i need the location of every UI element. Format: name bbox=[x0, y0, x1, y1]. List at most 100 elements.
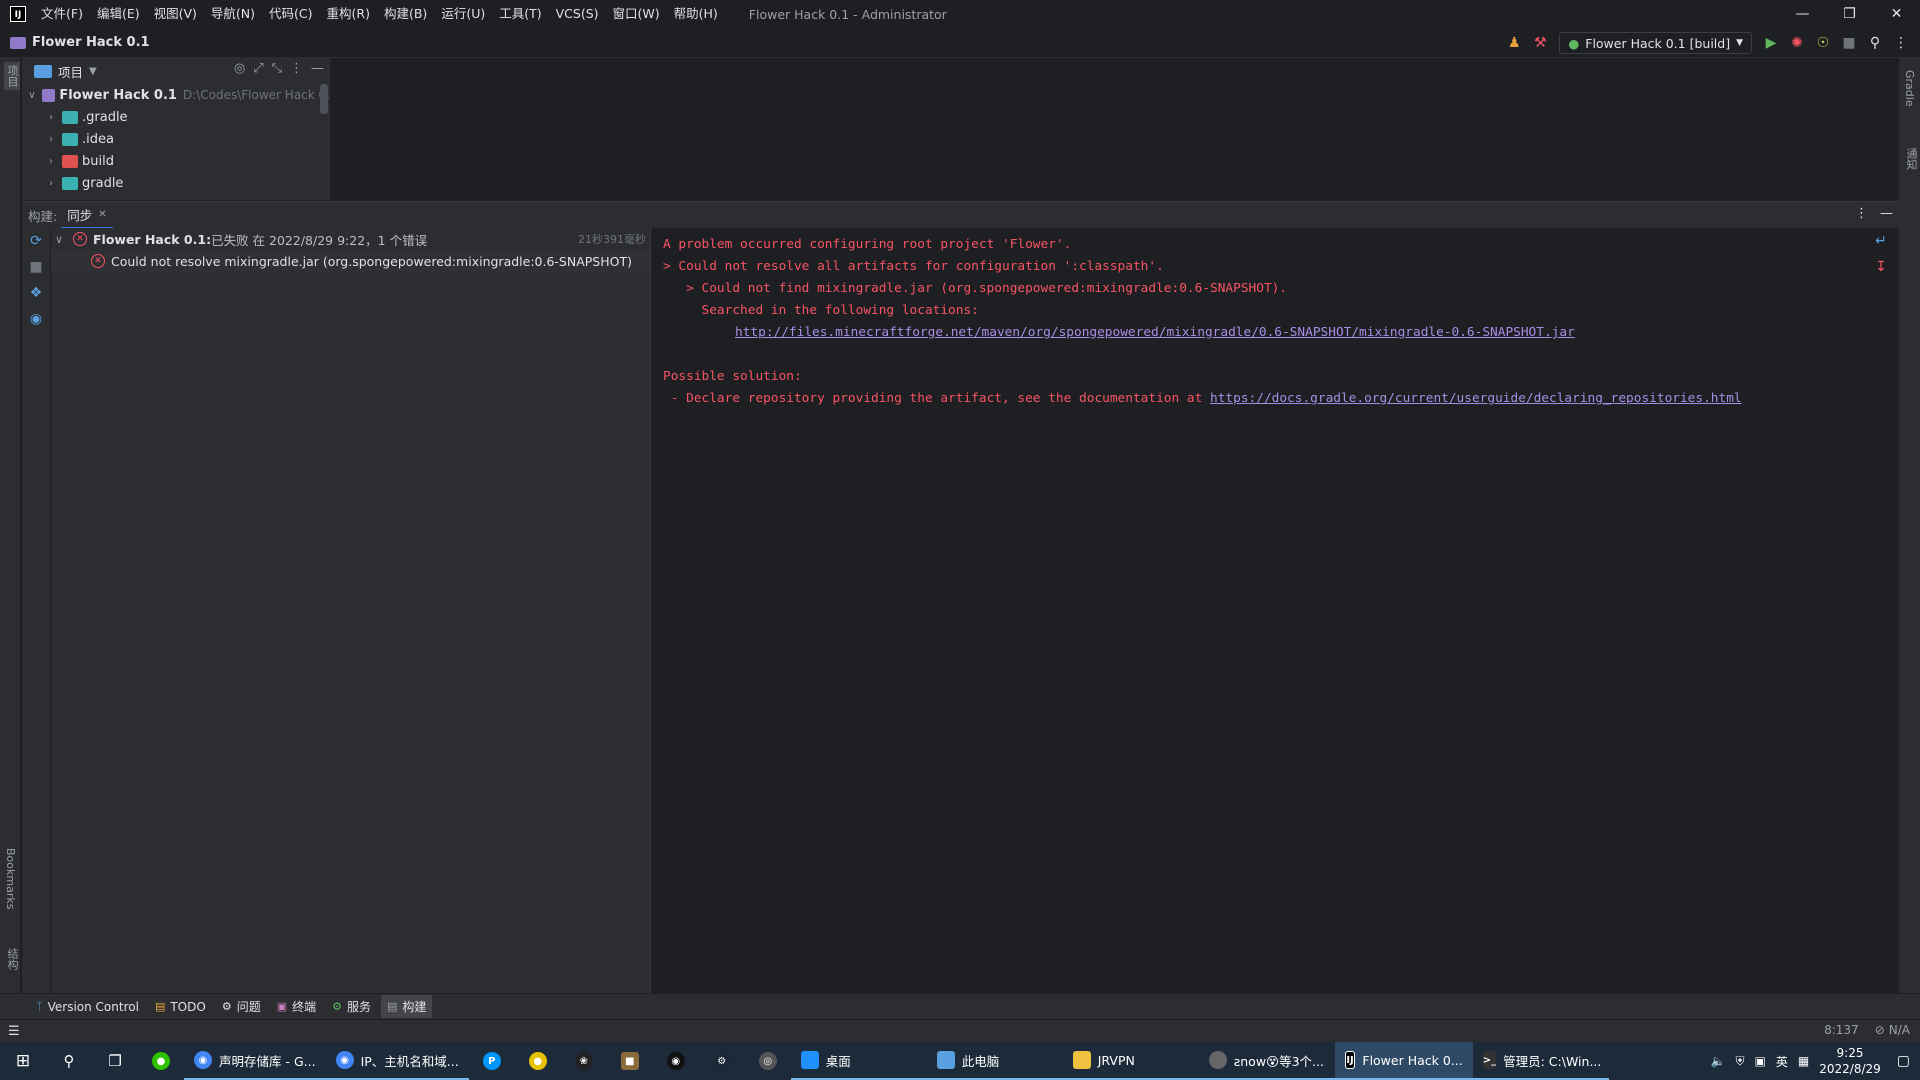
menu-view[interactable]: 视图(V) bbox=[147, 0, 204, 28]
build-output-console[interactable]: A problem occurred configuring root proj… bbox=[653, 228, 1867, 994]
app-yellow-icon[interactable]: ● bbox=[515, 1042, 561, 1080]
pixiv-icon[interactable]: P bbox=[469, 1042, 515, 1080]
tab-sync[interactable]: 同步 ✕ bbox=[61, 201, 113, 229]
run-configuration-select[interactable]: ● Flower Hack 0.1 [build] ▼ bbox=[1559, 32, 1752, 54]
chevron-right-icon[interactable]: › bbox=[44, 178, 58, 189]
code-with-me-icon[interactable]: ♟ bbox=[1503, 32, 1525, 54]
taskbar-app-intellij[interactable]: IJ Flower Hack 0... bbox=[1334, 1042, 1473, 1080]
tab-build[interactable]: ▤ 构建 bbox=[381, 995, 433, 1018]
chevron-down-icon[interactable]: ∨ bbox=[26, 90, 38, 101]
taskbar-app-chrome-2[interactable]: ◉ IP、主机名和域... bbox=[325, 1042, 469, 1080]
chevron-down-icon[interactable]: ▼ bbox=[89, 66, 97, 77]
network-icon[interactable]: ▣ bbox=[1755, 1054, 1766, 1068]
menu-vcs[interactable]: VCS(S) bbox=[549, 0, 606, 28]
close-icon[interactable]: ✕ bbox=[1873, 0, 1920, 28]
search-icon[interactable]: ⚲ bbox=[46, 1042, 92, 1080]
project-breadcrumb[interactable]: Flower Hack 0.1 bbox=[10, 35, 150, 50]
ime-indicator[interactable]: 英 bbox=[1776, 1053, 1788, 1070]
taskbar-app-chat[interactable]: ƨnow😵等3个... bbox=[1198, 1042, 1335, 1080]
menu-build[interactable]: 构建(B) bbox=[377, 0, 434, 28]
pin-icon[interactable]: ❖ bbox=[22, 280, 50, 306]
stop-icon[interactable]: ■ bbox=[22, 254, 50, 280]
wechat-icon[interactable]: ● bbox=[138, 1042, 184, 1080]
build-error-item[interactable]: ✕ Could not resolve mixingradle.jar (org… bbox=[51, 250, 650, 272]
run-icon[interactable]: ▶ bbox=[1760, 32, 1782, 54]
scroll-to-end-icon[interactable]: ↧ bbox=[1867, 254, 1895, 280]
structure-tool-button[interactable]: 结构 bbox=[4, 948, 20, 970]
bookmarks-tool-button[interactable]: Bookmarks bbox=[4, 848, 17, 909]
search-icon[interactable]: ⚲ bbox=[1864, 32, 1886, 54]
menu-help[interactable]: 帮助(H) bbox=[667, 0, 725, 28]
gradle-tool-button[interactable]: Gradle bbox=[1903, 70, 1916, 107]
options-icon[interactable]: ⋮ bbox=[1855, 206, 1868, 221]
menu-edit[interactable]: 编辑(E) bbox=[90, 0, 147, 28]
taskbar-app-cmd[interactable]: >_ 管理员: C:\Win... bbox=[1472, 1042, 1609, 1080]
build-tree-root[interactable]: ∨ ✕ Flower Hack 0.1: 已失败 在 2022/8/29 9:2… bbox=[51, 228, 650, 250]
taskbar-app-jrvpn[interactable]: JRVPN bbox=[1062, 1042, 1199, 1080]
notifications-tool-button[interactable]: 通知 bbox=[1903, 148, 1919, 170]
taskbar-app-chrome-1[interactable]: ◉ 声明存储库 - G... bbox=[184, 1042, 326, 1080]
options-icon[interactable]: ⋮ bbox=[290, 61, 303, 76]
menu-file[interactable]: 文件(F) bbox=[34, 0, 90, 28]
build-hammer-icon[interactable]: ⚒ bbox=[1529, 32, 1551, 54]
tree-root[interactable]: ∨ Flower Hack 0.1 D:\Codes\Flower Hack 0… bbox=[22, 84, 330, 106]
tab-problems[interactable]: ⚙ 问题 bbox=[216, 995, 267, 1018]
more-options-icon[interactable]: ⋮ bbox=[1890, 32, 1912, 54]
tree-item[interactable]: › gradle bbox=[22, 172, 330, 194]
minimize-icon[interactable]: — bbox=[1779, 0, 1826, 28]
volume-icon[interactable]: 🔈 bbox=[1711, 1054, 1726, 1068]
encoding-widget[interactable]: ⊘ N/A bbox=[1875, 1023, 1910, 1037]
security-shield-icon[interactable]: ⛨ bbox=[1736, 1054, 1745, 1069]
run-with-coverage-icon[interactable]: ☉ bbox=[1812, 32, 1834, 54]
layers-icon[interactable]: ☰ bbox=[8, 1024, 20, 1039]
menu-refactor[interactable]: 重构(R) bbox=[320, 0, 377, 28]
chevron-right-icon[interactable]: › bbox=[44, 134, 58, 145]
minecraft-icon[interactable]: ■ bbox=[607, 1042, 653, 1080]
chevron-down-icon[interactable]: ∨ bbox=[55, 233, 69, 246]
debug-icon[interactable]: ✺ bbox=[1786, 32, 1808, 54]
task-view-icon[interactable]: ❐ bbox=[92, 1042, 138, 1080]
scrollbar-thumb[interactable] bbox=[320, 84, 328, 114]
project-view-label[interactable]: 项目 bbox=[58, 62, 83, 81]
chevron-right-icon[interactable]: › bbox=[44, 112, 58, 123]
project-tool-button[interactable]: 项目 bbox=[4, 62, 20, 90]
tab-terminal[interactable]: ▣ 终端 bbox=[271, 995, 322, 1018]
hide-panel-icon[interactable]: — bbox=[1880, 206, 1893, 221]
tab-todo[interactable]: ▤ TODO bbox=[149, 997, 212, 1017]
qq-icon[interactable]: ◉ bbox=[653, 1042, 699, 1080]
expand-all-icon[interactable]: ⤢ bbox=[253, 61, 263, 76]
tab-version-control[interactable]: ᛉ Version Control bbox=[30, 997, 145, 1017]
close-icon[interactable]: ✕ bbox=[98, 209, 106, 220]
caret-position[interactable]: 8:137 bbox=[1824, 1023, 1859, 1037]
menu-tools[interactable]: 工具(T) bbox=[492, 0, 548, 28]
rerun-icon[interactable]: ⟳ bbox=[22, 228, 50, 254]
stop-icon[interactable]: ■ bbox=[1838, 32, 1860, 54]
editor-area[interactable] bbox=[330, 58, 1899, 200]
ime-grid-icon[interactable]: ▦ bbox=[1798, 1054, 1809, 1068]
menu-window[interactable]: 窗口(W) bbox=[606, 0, 667, 28]
hide-panel-icon[interactable]: — bbox=[311, 61, 324, 76]
taskbar-app-this-pc[interactable]: 此电脑 bbox=[926, 1042, 1063, 1080]
locate-file-icon[interactable]: ◎ bbox=[234, 61, 245, 76]
restore-icon[interactable]: ❐ bbox=[1826, 0, 1873, 28]
menu-navigate[interactable]: 导航(N) bbox=[204, 0, 262, 28]
menu-code[interactable]: 代码(C) bbox=[262, 0, 319, 28]
collapse-all-icon[interactable]: ⤡ bbox=[272, 61, 282, 76]
gradle-docs-link[interactable]: https://docs.gradle.org/current/userguid… bbox=[1210, 391, 1742, 406]
maven-url-link[interactable]: http://files.minecraftforge.net/maven/or… bbox=[735, 325, 1575, 340]
tree-item[interactable]: › .idea bbox=[22, 128, 330, 150]
tab-services[interactable]: ⚙ 服务 bbox=[326, 995, 377, 1018]
steam-icon[interactable]: ⚙ bbox=[699, 1042, 745, 1080]
menu-run[interactable]: 运行(U) bbox=[434, 0, 492, 28]
notification-center-icon[interactable]: ▢ bbox=[1897, 1053, 1910, 1069]
windows-start-icon[interactable]: ⊞ bbox=[0, 1042, 46, 1080]
taskbar-app-desktop[interactable]: 桌面 bbox=[790, 1042, 927, 1080]
clock[interactable]: 9:25 2022/8/29 bbox=[1819, 1045, 1881, 1077]
app-feather-icon[interactable]: ❀ bbox=[561, 1042, 607, 1080]
tree-item[interactable]: › .gradle bbox=[22, 106, 330, 128]
intellij-logo-icon[interactable]: IJ bbox=[10, 6, 26, 22]
eye-icon[interactable]: ◉ bbox=[22, 306, 50, 332]
app-gray-icon[interactable]: ◎ bbox=[745, 1042, 791, 1080]
chevron-right-icon[interactable]: › bbox=[44, 156, 58, 167]
tree-item[interactable]: › build bbox=[22, 150, 330, 172]
